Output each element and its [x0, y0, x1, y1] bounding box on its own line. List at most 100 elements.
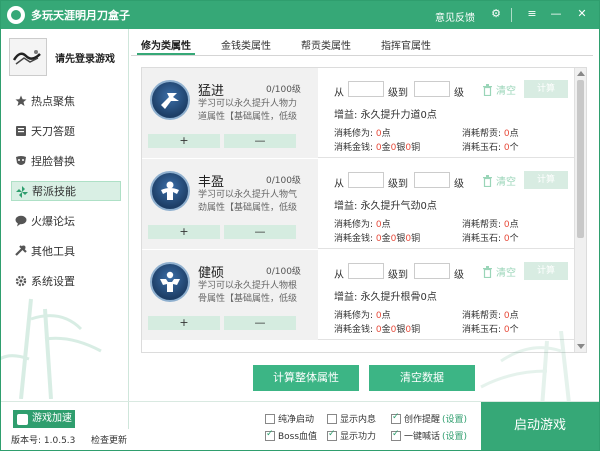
level-down-button[interactable]: —	[224, 134, 296, 148]
option-create-remind[interactable]: 创作提醒(设置)	[391, 412, 467, 425]
sidebar-item-settings[interactable]: 系统设置	[11, 271, 121, 291]
option-boss-hp[interactable]: Boss血值	[265, 429, 317, 442]
app-logo-icon	[7, 6, 25, 24]
copper-unit: 铜	[411, 325, 421, 335]
calc-all-button[interactable]: 计算整体属性	[253, 365, 359, 391]
cost-label: 消耗金钱:	[334, 325, 376, 335]
to-level-input[interactable]	[414, 172, 450, 188]
skill-card: 健硕 0/100级 学习可以永久提升人物根 骨属性【基础属性，低级 + — 从 …	[142, 250, 574, 340]
option-label: 创作提醒	[404, 415, 441, 425]
skill-level: 0/100级	[266, 176, 301, 186]
from-label: 从	[334, 88, 344, 99]
sidebar-item-label: 天刀答题	[31, 125, 75, 138]
level-up-button[interactable]: +	[148, 225, 220, 239]
cost-contribution: 消耗帮贡: 0点	[462, 217, 519, 230]
cost-label: 消耗金钱:	[334, 143, 376, 153]
level-up-button[interactable]: +	[148, 134, 220, 148]
gold-unit: 金	[381, 143, 391, 153]
tab-commander[interactable]: 指挥官属性	[377, 35, 435, 55]
option-one-key-shout[interactable]: 一键喊话(设置)	[391, 429, 467, 442]
cost-unit: 点	[509, 129, 519, 139]
avatar[interactable]	[9, 38, 47, 76]
sidebar-item-label: 火爆论坛	[31, 215, 75, 228]
skill-card-info: 健硕 0/100级 学习可以永久提升人物根 骨属性【基础属性，低级 + —	[142, 250, 318, 340]
cost-money: 消耗金钱: 0金0银0铜	[334, 140, 420, 153]
feedback-link[interactable]: 意见反馈	[435, 9, 475, 24]
tab-cultivation[interactable]: 修为类属性	[137, 35, 195, 55]
level-down-button[interactable]: —	[224, 225, 296, 239]
login-prompt[interactable]: 请先登录游戏	[55, 50, 115, 65]
tab-contribution[interactable]: 帮贡类属性	[297, 35, 355, 55]
check-update-link[interactable]: 检查更新	[91, 433, 127, 446]
close-icon[interactable]: ✕	[575, 7, 589, 21]
sidebar-item-label: 帮派技能	[32, 185, 76, 198]
from-level-input[interactable]	[348, 172, 384, 188]
game-accel-button[interactable]: 游戏加速	[13, 410, 75, 428]
clear-button[interactable]: 清空	[482, 173, 516, 188]
from-level-input[interactable]	[348, 263, 384, 279]
scroll-up-icon[interactable]	[577, 71, 585, 76]
skill-icon-jianshuo	[150, 262, 190, 302]
login-area[interactable]: 请先登录游戏	[9, 37, 121, 77]
vertical-scrollbar[interactable]	[574, 68, 586, 352]
trash-icon	[483, 265, 492, 278]
gold-unit: 金	[381, 325, 391, 335]
scroll-thumb[interactable]	[577, 80, 584, 238]
mask-icon	[16, 156, 26, 165]
skill-desc-line: 学习可以永久提升人物根	[198, 281, 298, 291]
sidebar-item-guild-skills[interactable]: 帮派技能	[11, 181, 121, 201]
checkbox[interactable]	[327, 413, 337, 424]
sidebar-item-face[interactable]: 捏脸替换	[11, 151, 121, 171]
option-pure-start[interactable]: 纯净启动	[265, 412, 314, 425]
sidebar: 请先登录游戏 热点聚焦 天刀答题 捏脸替换 帮派技能 火爆论坛 其他工具 系统设…	[1, 29, 129, 429]
checkbox[interactable]	[391, 429, 401, 441]
book-icon	[16, 126, 26, 136]
checkbox[interactable]	[265, 413, 275, 424]
settings-link[interactable]: (设置)	[442, 412, 467, 425]
clear-label: 清空	[496, 268, 516, 279]
skill-level: 0/100级	[266, 85, 301, 95]
settings-gear-icon[interactable]: ⚙	[489, 7, 503, 21]
launch-game-button[interactable]: 启动游戏	[481, 402, 599, 450]
gain-text: 增益: 永久提升气劲0点	[334, 201, 437, 212]
level-up-button[interactable]: +	[148, 316, 220, 330]
game-accel-label: 游戏加速	[32, 413, 72, 424]
to-level-input[interactable]	[414, 81, 450, 97]
gear-icon	[15, 275, 27, 287]
trash-icon	[483, 174, 492, 187]
cost-cultivation: 消耗修为: 0点	[334, 126, 391, 139]
checkbox[interactable]	[391, 412, 401, 424]
clear-button[interactable]: 清空	[482, 82, 516, 97]
sidebar-item-hot[interactable]: 热点聚焦	[11, 91, 121, 111]
level-unit-label: 级	[454, 88, 464, 99]
calculate-button[interactable]: 计算	[524, 171, 568, 189]
from-level-input[interactable]	[348, 81, 384, 97]
menu-icon[interactable]: ≡	[525, 7, 539, 21]
level-unit-label: 级	[454, 179, 464, 190]
calculate-button[interactable]: 计算	[524, 80, 568, 98]
tab-money[interactable]: 金钱类属性	[217, 35, 275, 55]
cost-unit: 个	[509, 143, 519, 153]
cost-unit: 点	[381, 220, 391, 230]
option-show-inner[interactable]: 显示内息	[327, 412, 376, 425]
level-down-button[interactable]: —	[224, 316, 296, 330]
sidebar-item-forum[interactable]: 火爆论坛	[11, 211, 121, 231]
cost-label: 消耗玉石:	[462, 234, 504, 244]
skill-icon-mengjin	[150, 80, 190, 120]
minimize-icon[interactable]: —	[549, 7, 563, 21]
sidebar-item-quiz[interactable]: 天刀答题	[11, 121, 121, 141]
skill-desc: 学习可以永久提升人物气 劲属性【基础属性，低级	[198, 189, 316, 215]
to-level-input[interactable]	[414, 263, 450, 279]
checkbox[interactable]	[327, 429, 337, 441]
attribute-tabs: 修为类属性 金钱类属性 帮贡类属性 指挥官属性	[137, 35, 457, 55]
calculate-button[interactable]: 计算	[524, 262, 568, 280]
gain-text: 增益: 永久提升根骨0点	[334, 292, 437, 303]
option-show-power[interactable]: 显示功力	[327, 429, 376, 442]
checkbox[interactable]	[265, 429, 275, 441]
from-label: 从	[334, 179, 344, 190]
settings-link[interactable]: (设置)	[442, 429, 467, 442]
sidebar-item-tools[interactable]: 其他工具	[11, 241, 121, 261]
copper-unit: 铜	[411, 234, 421, 244]
option-label: 纯净启动	[278, 415, 315, 425]
clear-button[interactable]: 清空	[482, 264, 516, 279]
